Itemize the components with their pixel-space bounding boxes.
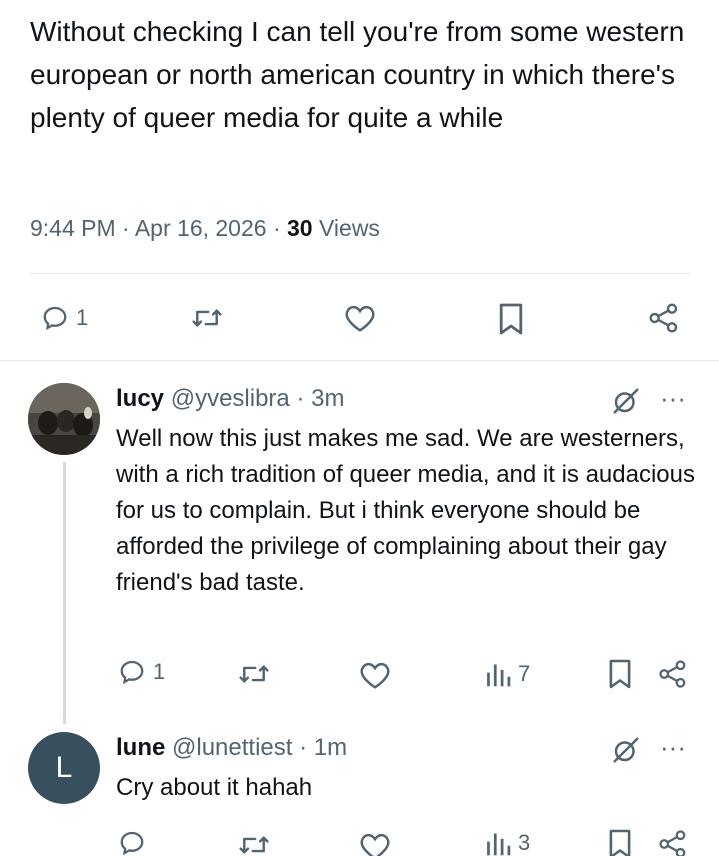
more-icon[interactable]: ··· xyxy=(660,732,686,763)
meta-separator: · xyxy=(272,215,281,241)
reply-button[interactable] xyxy=(117,828,147,856)
share-button[interactable] xyxy=(648,302,680,334)
retweet-button[interactable] xyxy=(190,303,224,333)
bookmark-button[interactable] xyxy=(497,302,525,336)
avatar-lucy[interactable] xyxy=(28,383,100,455)
views-icon xyxy=(487,664,511,687)
share-icon xyxy=(659,660,686,688)
bookmark-icon xyxy=(609,829,631,856)
grok-icon xyxy=(613,737,639,763)
retweet-button[interactable] xyxy=(237,659,271,689)
user-handle[interactable]: @lunettiest xyxy=(172,734,292,761)
avatar-letter: L xyxy=(55,751,73,784)
views-count: 30 xyxy=(287,215,313,241)
meta-separator: · xyxy=(122,215,130,241)
more-icon[interactable]: ··· xyxy=(660,383,686,414)
like-icon xyxy=(360,662,390,689)
reply-header: lucy @yveslibra · 3m xyxy=(116,384,344,414)
display-name[interactable]: lucy xyxy=(116,385,164,412)
reply-text: Well now this just makes me sad. We are … xyxy=(116,425,695,596)
share-button[interactable] xyxy=(658,829,688,856)
views-icon xyxy=(487,833,511,856)
share-icon xyxy=(649,303,678,333)
avatar-photo xyxy=(28,383,100,455)
reply-icon xyxy=(120,831,144,856)
views-count: 3 xyxy=(518,830,531,855)
divider xyxy=(0,360,719,361)
retweet-icon xyxy=(239,665,269,683)
separator: · xyxy=(299,734,308,761)
like-button[interactable] xyxy=(358,831,392,856)
user-handle[interactable]: @yveslibra xyxy=(171,385,290,412)
like-button[interactable] xyxy=(343,303,377,333)
reply-text: Cry about it hahah xyxy=(116,774,313,801)
views-count: 7 xyxy=(518,661,531,686)
like-button[interactable] xyxy=(358,660,392,690)
share-icon xyxy=(659,830,686,856)
tweet-meta: 9:44 PM · Apr 16, 2026 · 30 Views xyxy=(30,211,380,245)
reply-button[interactable]: 1 xyxy=(40,303,88,333)
bookmark-icon xyxy=(499,303,523,335)
retweet-button[interactable] xyxy=(237,830,271,856)
like-icon xyxy=(360,833,390,856)
reply-button[interactable]: 1 xyxy=(117,657,165,687)
reply-icon xyxy=(120,660,144,685)
reply-header: lune @lunettiest · 1m xyxy=(116,733,347,763)
reply-icon xyxy=(43,306,67,331)
reply-time[interactable]: 1m xyxy=(314,734,347,761)
tweet-text: Without checking I can tell you're from … xyxy=(30,16,685,133)
views-button[interactable]: 7 xyxy=(484,659,530,689)
divider xyxy=(30,273,690,274)
reply-count: 1 xyxy=(76,305,89,330)
bookmark-button[interactable] xyxy=(607,658,633,690)
grok-button[interactable] xyxy=(611,386,641,421)
views-label: Views xyxy=(319,215,380,241)
grok-button[interactable] xyxy=(611,735,641,770)
share-button[interactable] xyxy=(658,659,688,689)
retweet-icon xyxy=(239,836,269,854)
tweet-time[interactable]: 9:44 PM xyxy=(30,215,116,241)
reply-count: 1 xyxy=(153,659,166,684)
bookmark-button[interactable] xyxy=(607,828,633,856)
views-button[interactable]: 3 xyxy=(484,828,530,856)
display-name[interactable]: lune xyxy=(116,734,165,761)
tweet-date[interactable]: Apr 16, 2026 xyxy=(135,215,267,241)
reply-time[interactable]: 3m xyxy=(311,385,344,412)
bookmark-icon xyxy=(609,659,631,689)
thread-line xyxy=(63,462,66,724)
like-icon xyxy=(345,305,375,332)
grok-icon xyxy=(613,388,639,414)
separator: · xyxy=(296,385,305,412)
avatar-lune[interactable]: L xyxy=(28,732,100,804)
retweet-icon xyxy=(192,309,222,327)
